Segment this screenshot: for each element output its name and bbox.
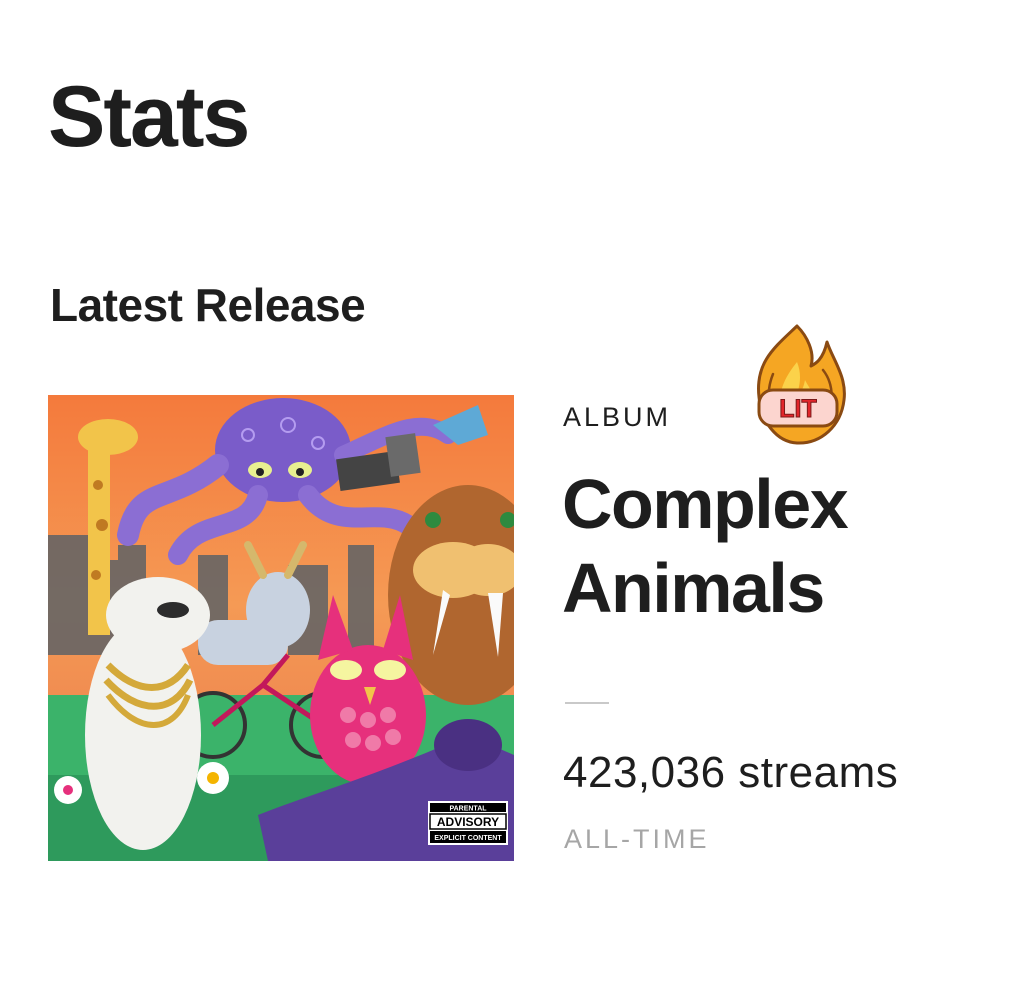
lit-fire-sticker: LIT [745,322,850,447]
stream-period-label: ALL-TIME [564,824,710,854]
advisory-label-bottom: EXPLICIT CONTENT [434,835,502,842]
fire-icon: LIT [756,324,846,445]
advisory-label-top: PARENTAL [449,806,487,813]
parental-advisory-label: PARENTAL ADVISORY EXPLICIT CONTENT [428,801,508,845]
page-title: Stats [48,69,250,165]
album-cover-art[interactable]: PARENTAL ADVISORY EXPLICIT CONTENT [48,395,514,861]
album-title[interactable]: Complex Animals [562,462,1002,630]
album-cover-illustration: PARENTAL ADVISORY EXPLICIT CONTENT [48,395,514,861]
advisory-label-main: ADVISORY [437,815,499,829]
sticker-text: LIT [779,395,817,423]
stream-count: 423,036 streams [563,748,899,797]
divider [565,702,609,704]
release-type-label: ALBUM [563,402,672,432]
section-title-latest-release: Latest Release [50,279,366,331]
